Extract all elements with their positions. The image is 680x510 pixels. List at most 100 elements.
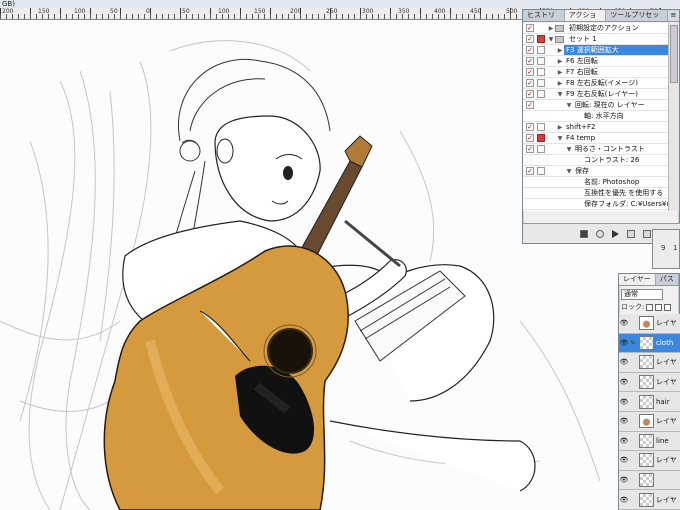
action-label: 軸: 水平方向 (584, 112, 624, 120)
layer-row[interactable]: 👁 line (619, 431, 680, 452)
info-value-1: 9 (661, 244, 666, 252)
layer-row[interactable]: 👁 (619, 470, 680, 491)
toggle-dialog-checkbox[interactable] (537, 134, 545, 142)
action-row[interactable]: ✓ ▼ F9 左右反転(レイヤー) (523, 89, 669, 100)
action-row[interactable]: ✓ ▶ F7 右回転 (523, 67, 669, 78)
actions-scrollbar[interactable] (668, 23, 679, 211)
disclosure-open-icon[interactable]: ▼ (565, 146, 573, 153)
lock-transparency-icon[interactable] (646, 303, 654, 311)
action-row[interactable]: ✓ ▶ shift+F2 (523, 122, 669, 133)
toggle-item-checkbox[interactable]: ✓ (526, 24, 534, 32)
action-row[interactable]: ✓ ▼ セット 1 (523, 34, 669, 45)
action-row[interactable]: 名前: Photoshop (523, 177, 669, 188)
layer-row[interactable]: 👁 ✎ cloth (619, 333, 680, 354)
ruler-tick-label: 500 (506, 8, 518, 15)
action-row[interactable]: コントラスト: 26 (523, 155, 669, 166)
action-row[interactable]: 互換性を優先 を使用する (523, 188, 669, 199)
new-action-icon[interactable] (643, 229, 651, 238)
layer-row[interactable]: 👁 レイヤ (619, 490, 680, 510)
disclosure-open-icon[interactable]: ▼ (556, 135, 564, 142)
toggle-item-checkbox[interactable]: ✓ (526, 101, 534, 109)
action-row[interactable]: 軸: 水平方向 (523, 111, 669, 122)
scrollbar-thumb[interactable] (670, 25, 678, 83)
layer-row[interactable]: 👁 レイヤ (619, 411, 680, 432)
tab-layers[interactable]: レイヤー (619, 274, 656, 285)
panel-menu-icon[interactable]: ≡ (668, 10, 679, 21)
toggle-item-checkbox[interactable]: ✓ (526, 134, 534, 142)
action-row[interactable]: ✓ ▼ 保存 (523, 166, 669, 177)
layer-row[interactable]: 👁 レイヤ (619, 372, 680, 393)
action-row[interactable]: ✓ ▼ 明るさ・コントラスト (523, 144, 669, 155)
record-icon[interactable] (596, 229, 604, 238)
toggle-item-checkbox[interactable]: ✓ (526, 90, 534, 98)
toggle-item-checkbox[interactable]: ✓ (526, 145, 534, 153)
eye-icon[interactable]: 👁 (619, 358, 629, 366)
layer-thumbnail (639, 355, 654, 370)
tab-tool-presets[interactable]: ツールプリセット (606, 10, 668, 30)
info-value-2: 1 (673, 244, 678, 252)
toggle-dialog-checkbox[interactable] (537, 145, 545, 153)
tab-paths[interactable]: パス (655, 274, 679, 285)
layer-row[interactable]: 👁 レイヤ (619, 353, 680, 373)
action-row[interactable]: ✓ ▶ F6 左回転 (523, 56, 669, 67)
action-label: F4 temp (566, 134, 596, 142)
toggle-dialog-checkbox[interactable] (537, 57, 545, 65)
new-set-icon[interactable] (627, 229, 635, 238)
action-label: F3 選択範囲拡大 (564, 45, 669, 55)
ruler-tick-label: 0 (146, 8, 150, 15)
toggle-dialog-checkbox[interactable] (537, 123, 545, 131)
action-row[interactable]: ✓ ▶ 初期設定のアクション (523, 23, 669, 34)
toggle-item-checkbox[interactable]: ✓ (526, 167, 534, 175)
layer-row[interactable]: 👁 レイヤ (619, 451, 680, 471)
toggle-dialog-checkbox[interactable] (537, 167, 545, 175)
disclosure-closed-icon[interactable]: ▶ (556, 80, 564, 87)
disclosure-closed-icon[interactable]: ▶ (556, 47, 564, 54)
action-row[interactable]: ✓ ▼ F4 temp (523, 133, 669, 144)
toggle-dialog-checkbox[interactable] (537, 68, 545, 76)
eye-icon[interactable]: 👁 (619, 378, 629, 386)
document-mode-label: GB) (2, 0, 15, 8)
disclosure-closed-icon[interactable]: ▶ (556, 124, 564, 131)
eye-icon[interactable]: 👁 (619, 476, 629, 484)
disclosure-closed-icon[interactable]: ▶ (547, 25, 555, 32)
toggle-dialog-checkbox[interactable] (537, 79, 545, 87)
action-row[interactable]: 保存フォルダ: C:¥Users¥user¥Des... (523, 199, 669, 210)
eye-icon[interactable]: 👁 (619, 456, 629, 464)
eye-icon[interactable]: 👁 (619, 496, 629, 504)
disclosure-open-icon[interactable]: ▼ (565, 102, 573, 109)
action-row[interactable]: ✓ ▶ F3 選択範囲拡大 (523, 45, 669, 56)
toggle-item-checkbox[interactable]: ✓ (526, 46, 534, 54)
eye-icon[interactable]: 👁 (619, 339, 629, 347)
toggle-item-checkbox[interactable]: ✓ (526, 57, 534, 65)
eye-icon[interactable]: 👁 (619, 437, 629, 445)
toggle-item-checkbox[interactable]: ✓ (526, 68, 534, 76)
toggle-dialog-checkbox[interactable] (537, 46, 545, 54)
action-label: F8 左右反転(イメージ) (566, 79, 639, 87)
layer-thumbnail (639, 473, 654, 488)
action-row[interactable]: ✓ ▶ F8 左右反転(イメージ) (523, 78, 669, 89)
disclosure-open-icon[interactable]: ▼ (556, 91, 564, 98)
toggle-item-checkbox[interactable]: ✓ (526, 79, 534, 87)
tab-actions[interactable]: アクション (564, 10, 607, 30)
disclosure-closed-icon[interactable]: ▶ (556, 69, 564, 76)
disclosure-closed-icon[interactable]: ▶ (556, 58, 564, 65)
disclosure-open-icon[interactable]: ▼ (565, 168, 573, 175)
eye-icon[interactable]: 👁 (619, 398, 629, 406)
toggle-item-checkbox[interactable]: ✓ (526, 35, 534, 43)
lock-move-icon[interactable] (664, 303, 672, 311)
toggle-dialog-checkbox[interactable] (537, 90, 545, 98)
toggle-dialog-checkbox[interactable] (537, 35, 545, 43)
blend-mode-select[interactable]: 通常 (621, 289, 663, 300)
tab-history[interactable]: ヒストリー (523, 10, 565, 30)
toggle-item-checkbox[interactable]: ✓ (526, 123, 534, 131)
play-icon[interactable] (612, 229, 619, 238)
eye-icon[interactable]: 👁 (619, 319, 629, 327)
disclosure-open-icon[interactable]: ▼ (547, 36, 555, 43)
layer-row[interactable]: 👁 hair (619, 392, 680, 412)
lock-brush-icon[interactable] (655, 303, 663, 311)
eye-icon[interactable]: 👁 (619, 417, 629, 425)
action-row[interactable]: ✓ ▼ 回転: 現在の レイヤー (523, 100, 669, 111)
stop-icon[interactable] (580, 229, 588, 238)
layer-row[interactable]: 👁 レイヤ (619, 314, 680, 334)
ruler-tick-label: 100 (74, 8, 86, 15)
